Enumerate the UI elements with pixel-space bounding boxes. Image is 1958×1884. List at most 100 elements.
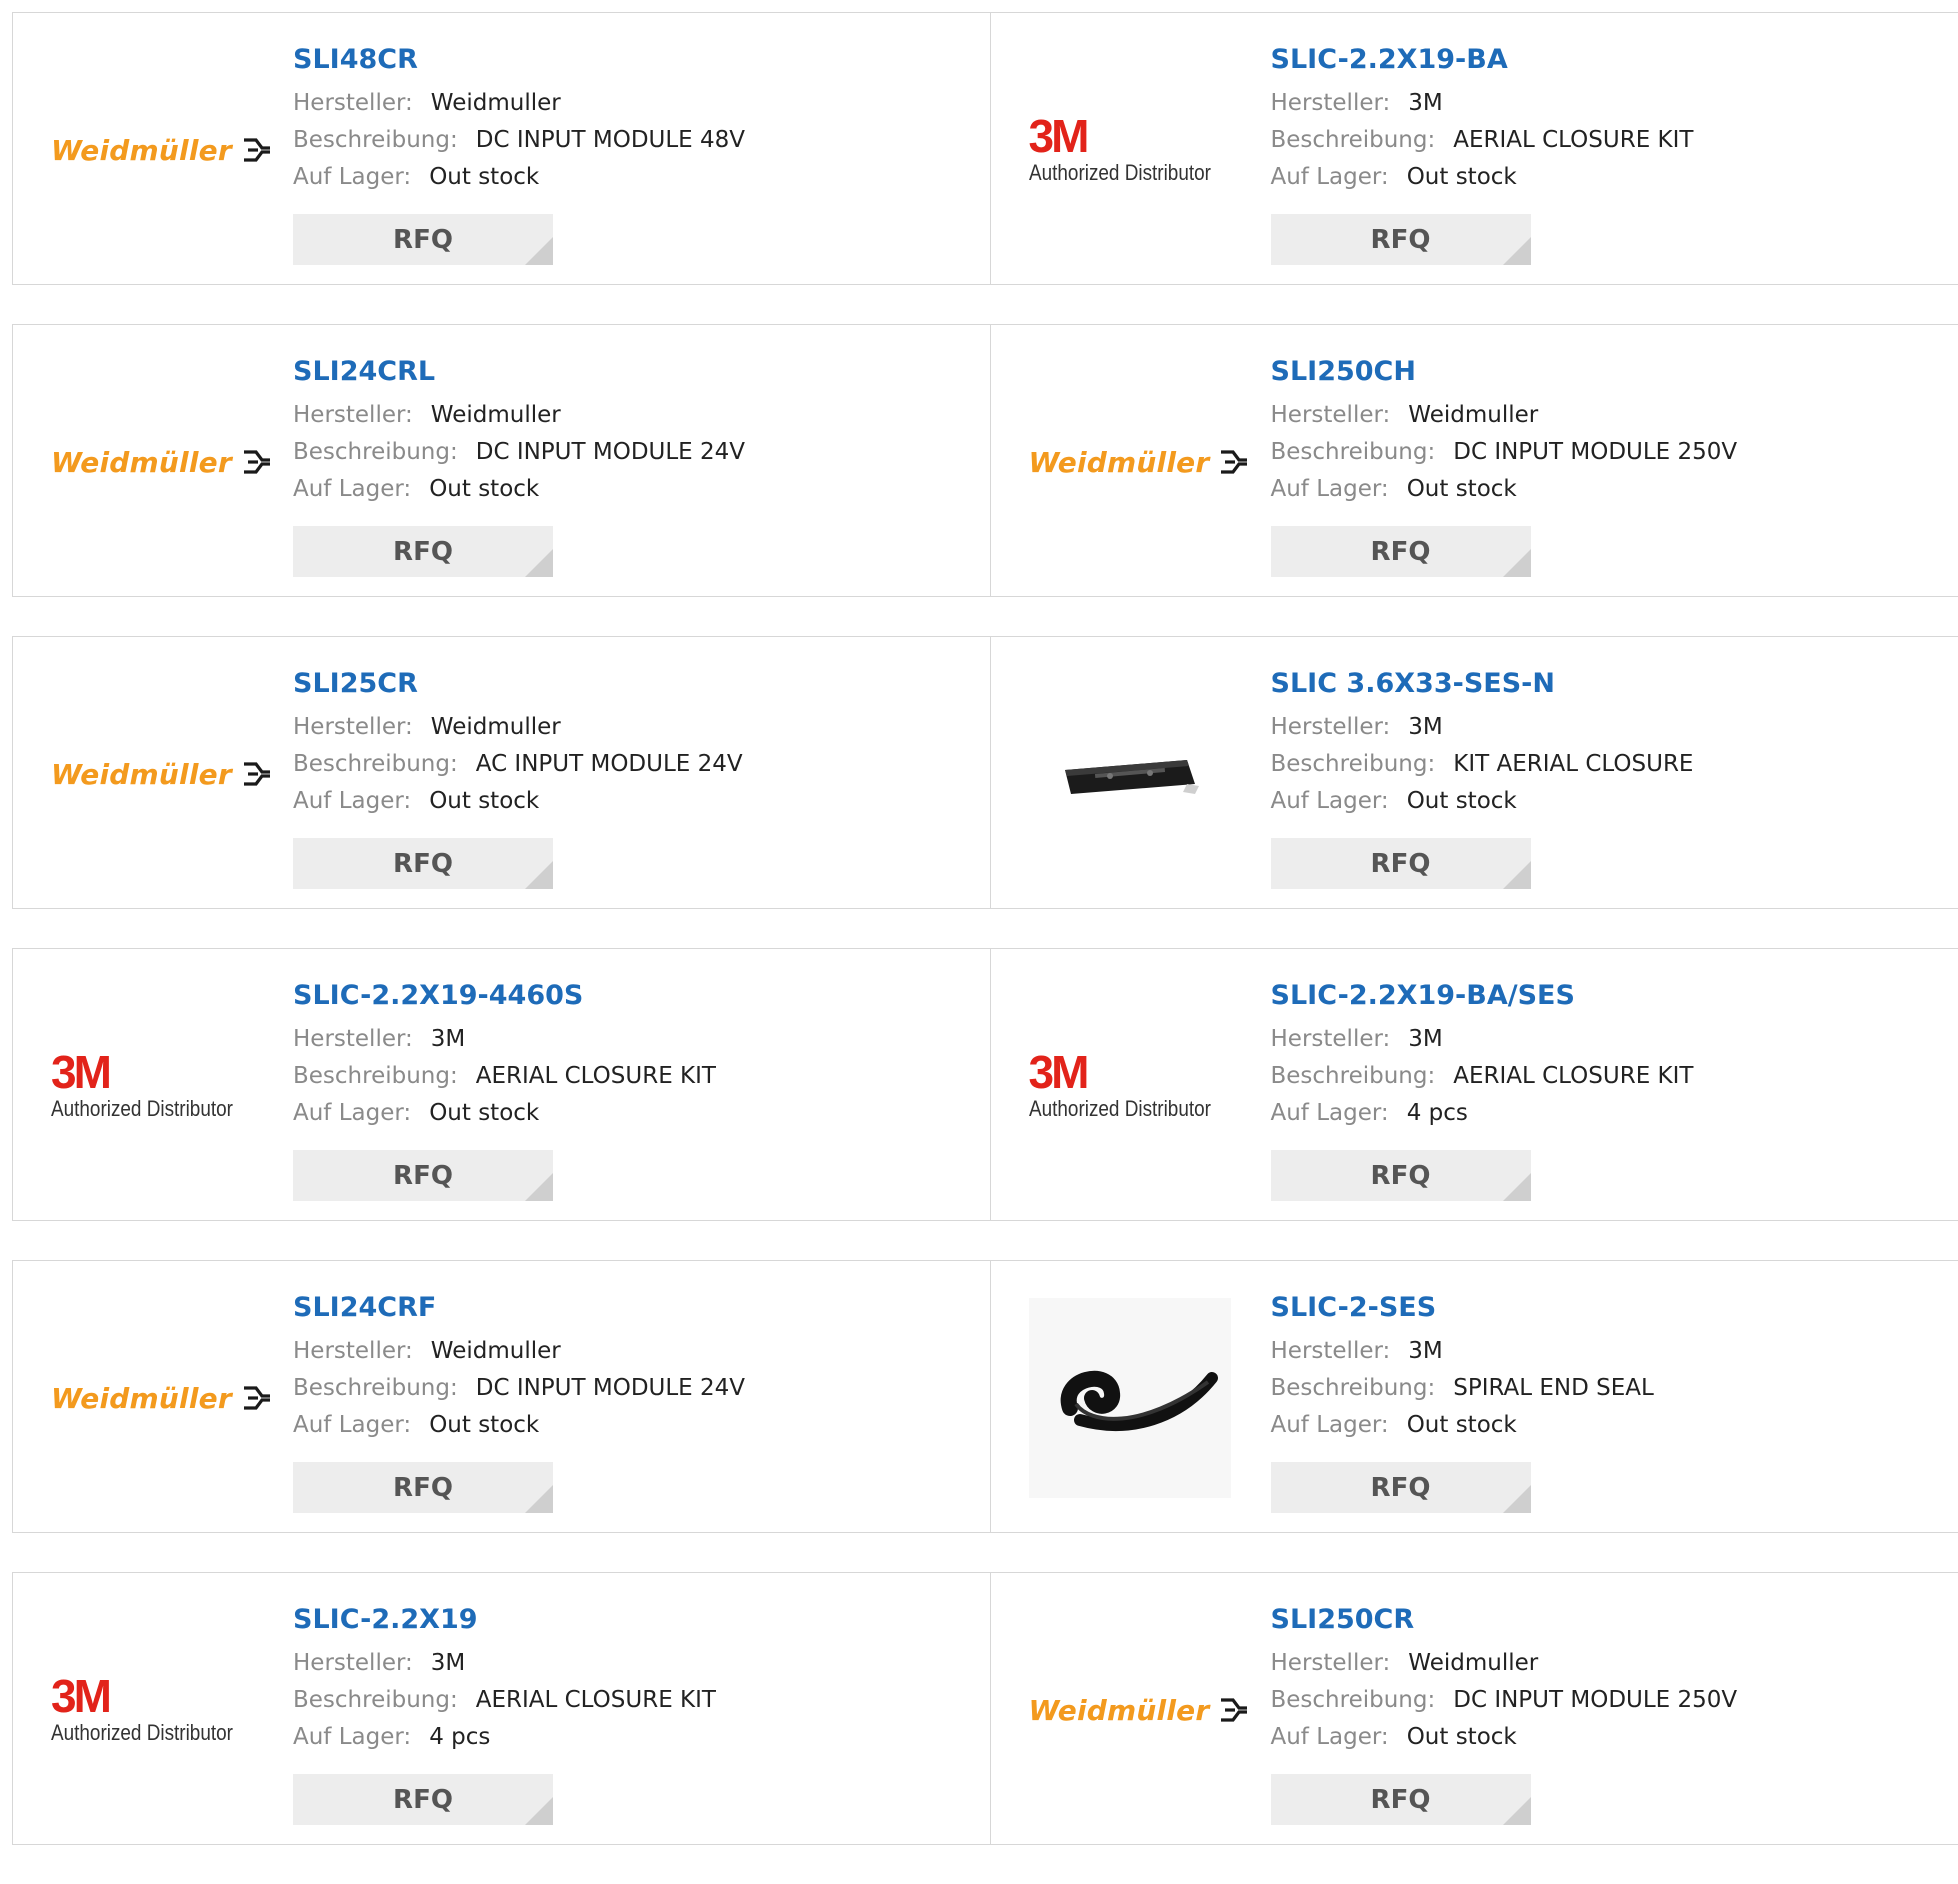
3m-logo-subtitle: Authorized Distributor — [1029, 159, 1211, 187]
product-info: SLIC-2.2X19-4460S Hersteller:3MBeschreibu… — [293, 979, 716, 1132]
rfq-button-label: RFQ — [393, 849, 453, 879]
description-label: Beschreibung: — [1271, 1375, 1436, 1401]
product-part-link[interactable]: SLIC-2.2X19 — [293, 1603, 716, 1637]
weidmuller-mark-icon — [242, 1385, 272, 1411]
3m-logo-mark: 3M — [1029, 1049, 1087, 1095]
product-part-link[interactable]: SLI250CR — [1271, 1603, 1738, 1637]
product-info: SLI250CHHersteller:WeidmullerBeschreibun… — [1271, 355, 1738, 508]
product-part-link[interactable]: SLI24CRF — [293, 1291, 745, 1325]
stock-value: 4 pcs — [1407, 1100, 1468, 1126]
product-part-link[interactable]: SLI24CRL — [293, 355, 745, 389]
product-grid: WeidmüllerSLI48CRHersteller:WeidmullerBe… — [12, 12, 1958, 1884]
rfq-button[interactable]: RFQ — [1271, 1462, 1531, 1513]
weidmuller-logo: Weidmüller — [51, 134, 272, 167]
stock-line: Auf Lager:4 pcs — [1271, 1095, 1694, 1132]
weidmuller-logo-text: Weidmüller — [51, 446, 232, 479]
manufacturer-logo — [1029, 733, 1231, 815]
rfq-button[interactable]: RFQ — [1271, 1774, 1531, 1825]
product-part-link[interactable]: SLIC-2.2X19-BA — [1271, 43, 1694, 77]
rfq-button[interactable]: RFQ — [293, 838, 553, 889]
rfq-corner-triangle-icon — [525, 1173, 553, 1201]
description-label: Beschreibung: — [293, 751, 458, 777]
description-value: AERIAL CLOSURE KIT — [1453, 1063, 1693, 1089]
stock-value: Out stock — [429, 1412, 539, 1438]
description-line: Beschreibung: DC INPUT MODULE 250V — [1271, 1682, 1738, 1719]
rfq-button[interactable]: RFQ — [293, 1462, 553, 1513]
product-info: SLI24CRFHersteller:WeidmullerBeschreibun… — [293, 1291, 745, 1444]
3m-logo-subtitle: Authorized Distributor — [1029, 1095, 1211, 1123]
description-label: Beschreibung: — [1271, 439, 1436, 465]
stock-label: Auf Lager: — [293, 1724, 411, 1750]
description-label: Beschreibung: — [293, 127, 458, 153]
stock-line: Auf Lager:Out stock — [1271, 159, 1694, 196]
manufacturer-label: Hersteller: — [293, 402, 413, 428]
product-info: SLI48CRHersteller:WeidmullerBeschreibung… — [293, 43, 745, 196]
product-card: 3MAuthorized DistributorSLIC-2.2X19-BAHe… — [991, 13, 1958, 284]
manufacturer-logo — [1029, 1357, 1231, 1439]
weidmuller-mark-icon — [1219, 449, 1249, 475]
rfq-button-label: RFQ — [1371, 1161, 1431, 1191]
manufacturer-value: 3M — [1408, 1026, 1442, 1052]
weidmuller-logo-text: Weidmüller — [51, 1382, 232, 1415]
rfq-button[interactable]: RFQ — [293, 1774, 553, 1825]
rfq-button-label: RFQ — [1371, 225, 1431, 255]
description-label: Beschreibung: — [1271, 1063, 1436, 1089]
product-row: WeidmüllerSLI24CRLHersteller:WeidmullerB… — [12, 324, 1958, 597]
description-value: AC INPUT MODULE 24V — [476, 751, 743, 777]
product-part-link[interactable]: SLIC-2-SES — [1271, 1291, 1654, 1325]
manufacturer-label: Hersteller: — [293, 1338, 413, 1364]
product-row: Weidmüller SLI24CRF Hersteller: Weidmuller B… — [12, 1260, 1958, 1533]
product-info: SLI24CRLHersteller:WeidmullerBeschreibun… — [293, 355, 745, 508]
rfq-corner-triangle-icon — [525, 861, 553, 889]
product-card: SLIC-2-SESHersteller:3MBeschreibung:SPIR… — [991, 1261, 1958, 1532]
rfq-button[interactable]: RFQ — [293, 1150, 553, 1201]
manufacturer-label: Hersteller: — [1271, 1338, 1391, 1364]
description-value: AERIAL CLOSURE KIT — [1453, 127, 1693, 153]
rfq-button[interactable]: RFQ — [1271, 838, 1531, 889]
rfq-button-label: RFQ — [1371, 537, 1431, 567]
manufacturer-logo: Weidmüller — [51, 1357, 253, 1439]
description-value: DC INPUT MODULE 250V — [1453, 1687, 1737, 1713]
rfq-corner-triangle-icon — [1503, 861, 1531, 889]
stock-label: Auf Lager: — [1271, 1724, 1389, 1750]
manufacturer-label: Hersteller: — [293, 1650, 413, 1676]
manufacturer-logo: Weidmüller — [1029, 1669, 1231, 1751]
rfq-button[interactable]: RFQ — [1271, 1150, 1531, 1201]
rfq-corner-triangle-icon — [1503, 1173, 1531, 1201]
description-label: Beschreibung: — [1271, 1687, 1436, 1713]
product-part-link[interactable]: SLIC-2.2X19-BA/SES — [1271, 979, 1694, 1013]
stock-label: Auf Lager: — [1271, 788, 1389, 814]
product-part-link[interactable]: SLI25CR — [293, 667, 743, 701]
rfq-button[interactable]: RFQ — [1271, 214, 1531, 265]
stock-value: Out stock — [1407, 788, 1517, 814]
3m-authorized-distributor-logo: 3MAuthorized Distributor — [1029, 113, 1241, 187]
product-part-link[interactable]: SLIC 3.6X33-SES-N — [1271, 667, 1694, 701]
manufacturer-logo: Weidmüller — [51, 109, 253, 191]
stock-label: Auf Lager: — [293, 164, 411, 190]
stock-label: Auf Lager: — [1271, 476, 1389, 502]
manufacturer-value: Weidmuller — [431, 1338, 561, 1364]
description-line: Beschreibung:SPIRAL END SEAL — [1271, 1370, 1654, 1407]
rfq-button[interactable]: RFQ — [293, 526, 553, 577]
stock-label: Auf Lager: — [293, 788, 411, 814]
product-part-link[interactable]: SLI48CR — [293, 43, 745, 77]
description-label: Beschreibung: — [293, 439, 458, 465]
product-part-link[interactable]: SLI250CH — [1271, 355, 1738, 389]
weidmuller-logo: Weidmüller — [51, 758, 272, 791]
product-card: SLIC 3.6X33-SES-NHersteller:3MBeschreibu… — [991, 637, 1958, 908]
manufacturer-label: Hersteller: — [1271, 714, 1391, 740]
product-info: SLI250CRHersteller:WeidmullerBeschreibun… — [1271, 1603, 1738, 1756]
manufacturer-logo: Weidmüller — [1029, 421, 1231, 503]
description-label: Beschreibung: — [1271, 127, 1436, 153]
manufacturer-line: Hersteller:3M — [293, 1021, 716, 1058]
rfq-button[interactable]: RFQ — [293, 214, 553, 265]
rfq-button[interactable]: RFQ — [1271, 526, 1531, 577]
stock-label: Auf Lager: — [1271, 1412, 1389, 1438]
rfq-corner-triangle-icon — [525, 237, 553, 265]
product-part-link[interactable]: SLIC-2.2X19-4460S — [293, 979, 716, 1013]
description-line: Beschreibung:AERIAL CLOSURE KIT — [293, 1058, 716, 1095]
description-value: DC INPUT MODULE 24V — [476, 439, 745, 465]
manufacturer-value: Weidmuller — [1408, 1650, 1538, 1676]
description-line: Beschreibung:AERIAL CLOSURE KIT — [293, 1682, 716, 1719]
3m-logo-mark: 3M — [51, 1673, 109, 1719]
